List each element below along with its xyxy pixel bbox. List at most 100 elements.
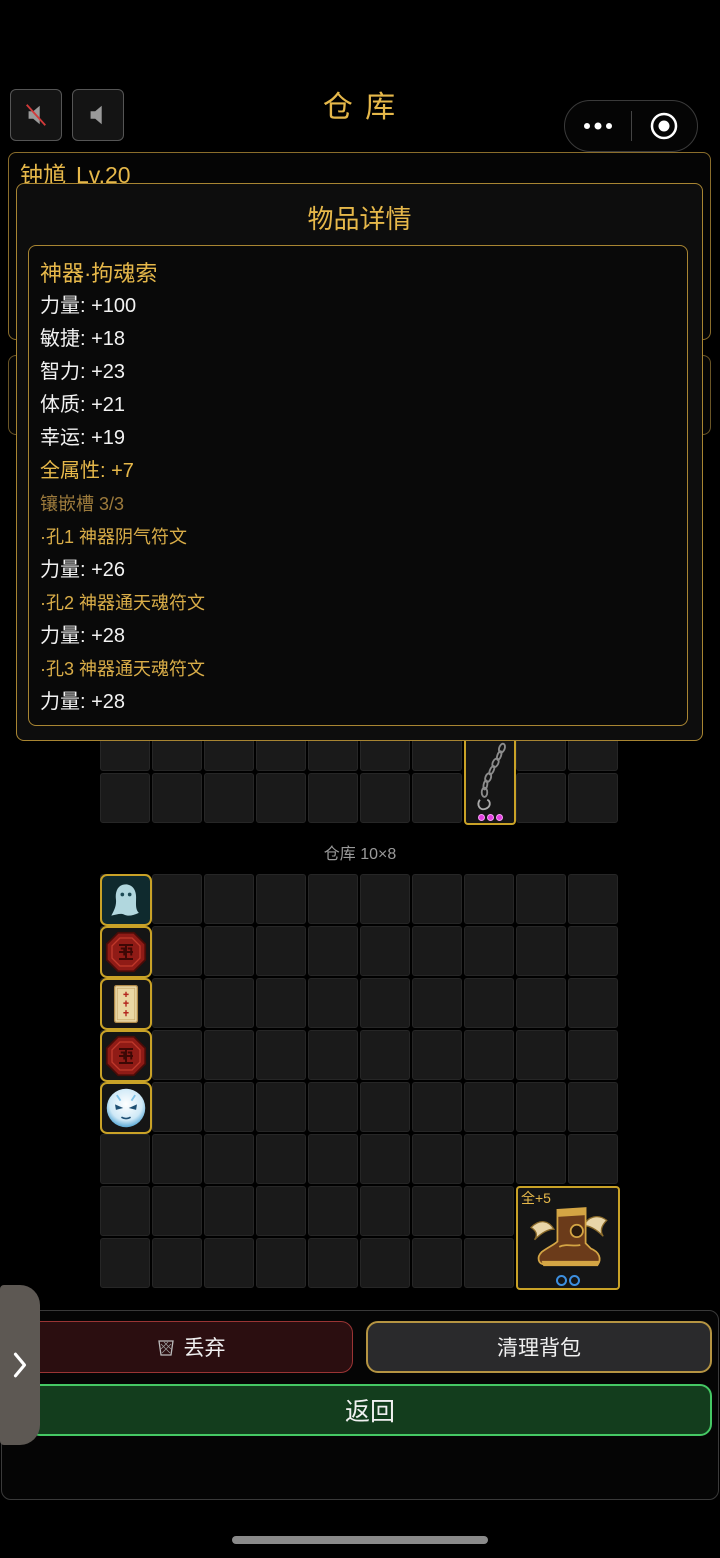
- warehouse-slot[interactable]: [152, 1186, 202, 1236]
- warehouse-slot[interactable]: [568, 874, 618, 924]
- warehouse-slot[interactable]: [100, 1238, 150, 1288]
- warehouse-slot[interactable]: [412, 926, 462, 976]
- warehouse-slot[interactable]: [204, 1238, 254, 1288]
- warehouse-item-ice-mask[interactable]: [100, 1082, 152, 1134]
- close-mini-program-button[interactable]: [632, 101, 698, 151]
- warehouse-slot[interactable]: [100, 1186, 150, 1236]
- socket-empty: [569, 1275, 580, 1286]
- side-drawer-tab[interactable]: [0, 1285, 40, 1445]
- warehouse-slot[interactable]: [464, 1134, 514, 1184]
- backpack-slot[interactable]: [516, 773, 566, 823]
- warehouse-slot[interactable]: [360, 1082, 410, 1132]
- warehouse-slot[interactable]: [412, 1186, 462, 1236]
- warehouse-slot[interactable]: [152, 1030, 202, 1080]
- warehouse-slot[interactable]: [360, 874, 410, 924]
- clear-backpack-button[interactable]: 清理背包: [366, 1321, 712, 1373]
- more-button[interactable]: [565, 101, 631, 151]
- home-indicator[interactable]: [232, 1536, 488, 1544]
- warehouse-slot[interactable]: [464, 926, 514, 976]
- item-detail-modal: 物品详情 神器·拘魂索 力量: +100 敏捷: +18 智力: +23 体质:…: [16, 183, 703, 741]
- warehouse-slot[interactable]: [360, 1186, 410, 1236]
- warehouse-slot[interactable]: [360, 1134, 410, 1184]
- warehouse-slot[interactable]: [568, 1030, 618, 1080]
- backpack-slot[interactable]: [412, 773, 462, 823]
- warehouse-slot[interactable]: [204, 1030, 254, 1080]
- warehouse-slot[interactable]: [256, 1186, 306, 1236]
- warehouse-slot[interactable]: [204, 1186, 254, 1236]
- warehouse-slot[interactable]: [100, 1134, 150, 1184]
- warehouse-slot[interactable]: [256, 1082, 306, 1132]
- warehouse-slot[interactable]: [412, 1134, 462, 1184]
- warehouse-slot[interactable]: [308, 1030, 358, 1080]
- warehouse-slot[interactable]: [516, 978, 566, 1028]
- warehouse-slot[interactable]: [308, 1238, 358, 1288]
- backpack-slot[interactable]: [360, 773, 410, 823]
- warehouse-item-talisman[interactable]: [100, 978, 152, 1030]
- more-icon: [583, 122, 612, 130]
- warehouse-item-ghost[interactable]: [100, 874, 152, 926]
- warehouse-slot[interactable]: [568, 926, 618, 976]
- warehouse-slot[interactable]: [256, 1238, 306, 1288]
- warehouse-slot[interactable]: [516, 1134, 566, 1184]
- warehouse-item-boots[interactable]: 全+5: [516, 1186, 620, 1290]
- red-seal-icon: [105, 1035, 147, 1077]
- warehouse-slot[interactable]: [152, 1082, 202, 1132]
- warehouse-slot[interactable]: [256, 926, 306, 976]
- warehouse-slot[interactable]: [412, 1030, 462, 1080]
- warehouse-slot[interactable]: [360, 1238, 410, 1288]
- warehouse-slot[interactable]: [152, 1238, 202, 1288]
- warehouse-slot[interactable]: [464, 1186, 514, 1236]
- warehouse-slot[interactable]: [464, 1238, 514, 1288]
- backpack-slot[interactable]: [204, 773, 254, 823]
- warehouse-slot[interactable]: [464, 874, 514, 924]
- clear-backpack-label: 清理背包: [497, 1337, 581, 1360]
- warehouse-slot[interactable]: [204, 978, 254, 1028]
- warehouse-slot[interactable]: [204, 1134, 254, 1184]
- warehouse-slot[interactable]: [568, 1082, 618, 1132]
- warehouse-slot[interactable]: [256, 1030, 306, 1080]
- warehouse-slot[interactable]: [516, 874, 566, 924]
- warehouse-slot[interactable]: [412, 874, 462, 924]
- backpack-slot[interactable]: [568, 773, 618, 823]
- warehouse-slot[interactable]: [256, 1134, 306, 1184]
- warehouse-slot[interactable]: [204, 874, 254, 924]
- warehouse-slot[interactable]: [464, 978, 514, 1028]
- warehouse-slot[interactable]: [516, 1030, 566, 1080]
- warehouse-slot[interactable]: [308, 978, 358, 1028]
- warehouse-item-red-seal[interactable]: [100, 1030, 152, 1082]
- warehouse-slot[interactable]: [308, 1082, 358, 1132]
- warehouse-slot[interactable]: [256, 978, 306, 1028]
- warehouse-slot[interactable]: [308, 1134, 358, 1184]
- warehouse-slot[interactable]: [412, 1082, 462, 1132]
- warehouse-item-red-seal[interactable]: [100, 926, 152, 978]
- warehouse-slot[interactable]: [308, 926, 358, 976]
- discard-button[interactable]: 丢弃: [28, 1321, 353, 1373]
- warehouse-slot[interactable]: [412, 1238, 462, 1288]
- backpack-slot[interactable]: [100, 773, 150, 823]
- warehouse-slot[interactable]: [568, 1134, 618, 1184]
- warehouse-slot[interactable]: [568, 978, 618, 1028]
- backpack-slot[interactable]: [152, 773, 202, 823]
- back-button[interactable]: 返回: [28, 1384, 712, 1436]
- warehouse-slot[interactable]: [464, 1082, 514, 1132]
- warehouse-slot[interactable]: [152, 926, 202, 976]
- warehouse-slot[interactable]: [464, 1030, 514, 1080]
- warehouse-slot[interactable]: [152, 978, 202, 1028]
- warehouse-slot[interactable]: [360, 926, 410, 976]
- warehouse-slot[interactable]: [256, 874, 306, 924]
- warehouse-slot[interactable]: [204, 926, 254, 976]
- warehouse-slot[interactable]: [360, 1030, 410, 1080]
- warehouse-slot[interactable]: [360, 978, 410, 1028]
- warehouse-slot[interactable]: [204, 1082, 254, 1132]
- red-seal-icon: [105, 931, 147, 973]
- warehouse-slot[interactable]: [412, 978, 462, 1028]
- backpack-slot[interactable]: [308, 773, 358, 823]
- socket-bonus: 力量: +26: [40, 559, 126, 581]
- warehouse-slot[interactable]: [308, 1186, 358, 1236]
- warehouse-slot[interactable]: [152, 1134, 202, 1184]
- warehouse-slot[interactable]: [516, 926, 566, 976]
- backpack-slot[interactable]: [256, 773, 306, 823]
- warehouse-slot[interactable]: [308, 874, 358, 924]
- warehouse-slot[interactable]: [516, 1082, 566, 1132]
- warehouse-slot[interactable]: [152, 874, 202, 924]
